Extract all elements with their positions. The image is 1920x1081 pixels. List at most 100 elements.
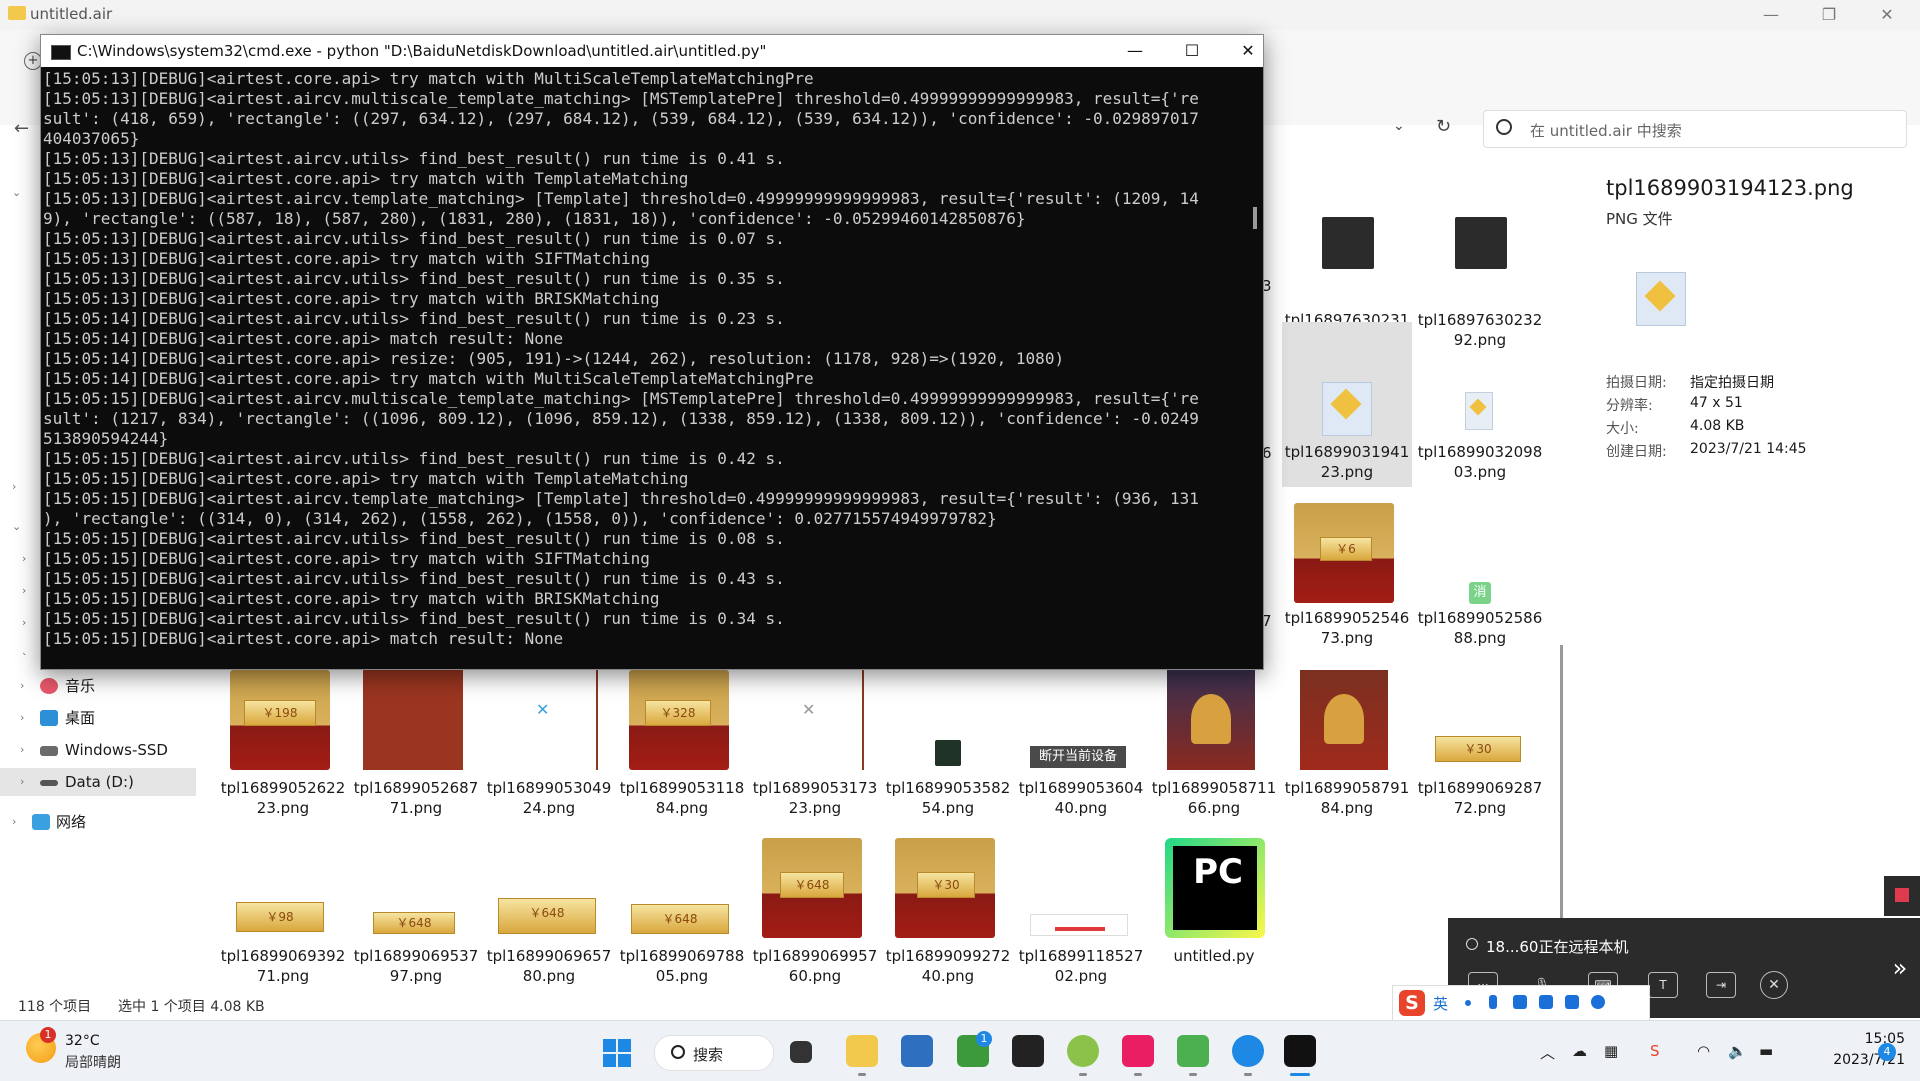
terminal-lines: [15:05:13][DEBUG]<airtest.core.api> try … xyxy=(43,69,1199,648)
app-icon[interactable] xyxy=(1067,1035,1099,1067)
sogou-tray-icon[interactable]: S xyxy=(1650,1042,1660,1060)
chevron-up-icon[interactable]: ︿ xyxy=(1540,1042,1555,1063)
search-input[interactable]: 在 untitled.air 中搜索 xyxy=(1483,110,1907,148)
cmd-title-bar[interactable]: C:\Windows\system32\cmd.exe - python "D:… xyxy=(41,35,1263,67)
nav-item-d-drive[interactable]: › Data (D:) xyxy=(0,768,196,796)
maximize-icon[interactable]: ☐ xyxy=(1172,39,1212,63)
chevron-right-icon[interactable]: › xyxy=(12,480,16,493)
file-explorer-icon[interactable] xyxy=(846,1035,878,1067)
close-icon[interactable]: ✕ xyxy=(1873,4,1901,26)
file-item[interactable]: ￥30 tpl1689906928772.png xyxy=(1415,670,1545,830)
chevron-right-icon[interactable]: › xyxy=(12,808,16,836)
keyboard-icon[interactable] xyxy=(1513,995,1527,1009)
game-app-icon[interactable] xyxy=(1012,1035,1044,1067)
file-item[interactable]: 消 tpl1689905258688.png xyxy=(1415,500,1545,660)
close-icon[interactable]: ✕ xyxy=(1760,971,1788,999)
remote-flag-tab[interactable] xyxy=(1884,876,1920,916)
terminal-output[interactable]: [15:05:13][DEBUG]<airtest.core.api> try … xyxy=(43,69,1243,665)
file-item[interactable]: tpl1689903209803.png xyxy=(1415,322,1545,487)
file-item[interactable]: ￥648 tpl1689906978805.png xyxy=(617,838,747,998)
remote-app-icon[interactable] xyxy=(1122,1035,1154,1067)
battery-icon[interactable]: ▬ xyxy=(1759,1042,1773,1060)
file-item[interactable]: ✕ tpl1689905317323.png xyxy=(750,670,880,830)
chevron-down-icon[interactable]: ⌄ xyxy=(12,186,21,199)
punctuation-icon[interactable] xyxy=(1465,1000,1471,1006)
chevron-right-icon[interactable]: › xyxy=(22,616,26,629)
drive-icon xyxy=(40,780,58,786)
minimize-icon[interactable]: — xyxy=(1757,4,1785,26)
chevron-right-icon[interactable]: › xyxy=(22,552,26,565)
nav-item-network[interactable]: › 网络 xyxy=(0,808,196,836)
file-item[interactable]: ￥30 tpl1689909927240.png xyxy=(883,838,1013,998)
text-icon[interactable]: T xyxy=(1648,972,1678,998)
file-item[interactable]: ￥648 tpl1689906953797.png xyxy=(351,838,481,998)
file-item[interactable]: tpl1689905871166.png xyxy=(1149,670,1279,830)
ime-language[interactable]: 英 xyxy=(1433,993,1448,1014)
file-item[interactable]: ￥328 tpl1689905311884.png xyxy=(617,670,747,830)
notification-count-badge[interactable]: 4 xyxy=(1878,1043,1896,1061)
terminal-icon[interactable] xyxy=(1284,1035,1316,1067)
refresh-icon[interactable]: ↻ xyxy=(1436,116,1451,137)
file-item-selected[interactable]: tpl1689903194123.png xyxy=(1282,322,1412,487)
chevron-down-icon[interactable]: ⌄ xyxy=(1393,118,1405,134)
file-item[interactable]: tpl1689911852702.png xyxy=(1016,838,1146,998)
file-item[interactable]: PC untitled.py xyxy=(1149,838,1279,998)
sogou-icon[interactable]: S xyxy=(1399,990,1425,1016)
chart-app-icon[interactable] xyxy=(1177,1035,1209,1067)
file-name: tpl1689906965780.png xyxy=(486,947,612,985)
chevron-down-icon[interactable]: ⌄ xyxy=(12,520,21,533)
volume-icon[interactable]: 🔈 xyxy=(1728,1042,1747,1060)
nav-item-desktop[interactable]: › 桌面 xyxy=(0,704,196,732)
details-value[interactable]: 指定拍摄日期 xyxy=(1690,372,1774,392)
scrollbar-thumb[interactable] xyxy=(1253,207,1257,229)
chevron-right-icon[interactable]: › xyxy=(22,584,26,597)
file-item[interactable]: 断开当前设备 tpl1689905360440.png xyxy=(1016,670,1146,830)
nav-item-music[interactable]: › 音乐 xyxy=(0,672,196,700)
file-thumbnail: ￥648 xyxy=(498,898,596,934)
file-item[interactable]: ✕ tpl1689905304924.png xyxy=(484,670,614,830)
file-item[interactable]: tpl1689905358254.png xyxy=(883,670,1013,830)
nav-item-c-drive[interactable]: › Windows-SSD (C:) xyxy=(0,736,196,787)
wifi-icon[interactable]: ◠ xyxy=(1697,1042,1710,1060)
task-view-icon[interactable] xyxy=(790,1041,812,1063)
chevron-right-icon[interactable]: › xyxy=(20,768,24,796)
microphone-icon[interactable] xyxy=(1489,995,1497,1009)
chevron-right-icon[interactable]: › xyxy=(20,672,24,700)
scrollbar[interactable] xyxy=(1245,67,1263,667)
details-label: 大小: xyxy=(1606,421,1639,437)
minimize-icon[interactable]: — xyxy=(1115,39,1155,63)
file-name: tpl1689906995760.png xyxy=(752,947,878,985)
taskbar: 1 32°C 局部晴朗 搜索 1 ︿ ☁ ▦ S ◠ 🔈 ▬ 15:05 202… xyxy=(0,1020,1920,1081)
file-item[interactable]: ￥648 tpl1689906995760.png xyxy=(750,838,880,998)
file-item[interactable]: ￥648 tpl1689906965780.png xyxy=(484,838,614,998)
windows-start-icon[interactable] xyxy=(603,1039,631,1067)
transfer-icon[interactable]: ⇥ xyxy=(1706,972,1736,998)
file-name: tpl1689905268771.png xyxy=(353,779,479,817)
taskbar-search-button[interactable]: 搜索 xyxy=(654,1035,774,1071)
skin-icon[interactable] xyxy=(1539,995,1553,1009)
file-item[interactable]: ￥198 tpl1689905262223.png xyxy=(218,670,348,830)
scrollbar[interactable] xyxy=(1560,645,1563,920)
file-item[interactable]: ￥6 tpl1689905254673.png xyxy=(1282,500,1412,660)
weather-description[interactable]: 局部晴朗 xyxy=(65,1052,121,1072)
apps-icon[interactable] xyxy=(1565,995,1579,1009)
chevron-right-icon[interactable]: » xyxy=(1880,918,1920,1018)
edge-icon[interactable] xyxy=(1232,1035,1264,1067)
weather-temperature[interactable]: 32°C xyxy=(65,1033,100,1049)
search-label: 搜索 xyxy=(693,1046,724,1064)
ime-toolbar[interactable]: S 英 xyxy=(1392,985,1650,1021)
onedrive-icon[interactable]: ☁ xyxy=(1572,1042,1587,1060)
file-item[interactable]: tpl1689905879184.png xyxy=(1282,670,1412,830)
close-icon[interactable]: ✕ xyxy=(1228,39,1268,63)
file-name: tpl1689905258688.png xyxy=(1417,609,1543,647)
back-arrow-icon[interactable]: ← xyxy=(14,118,29,139)
maximize-icon[interactable]: ❐ xyxy=(1815,4,1843,26)
cmd-window[interactable]: C:\Windows\system32\cmd.exe - python "D:… xyxy=(40,34,1264,670)
file-item[interactable]: tpl1689905268771.png xyxy=(351,670,481,830)
chevron-right-icon[interactable]: › xyxy=(20,736,24,764)
chevron-right-icon[interactable]: › xyxy=(20,704,24,732)
file-item[interactable]: ￥98 tpl1689906939271.png xyxy=(218,838,348,998)
store-icon[interactable] xyxy=(901,1035,933,1067)
settings-icon[interactable] xyxy=(1591,995,1605,1009)
display-icon[interactable]: ▦ xyxy=(1604,1042,1618,1060)
